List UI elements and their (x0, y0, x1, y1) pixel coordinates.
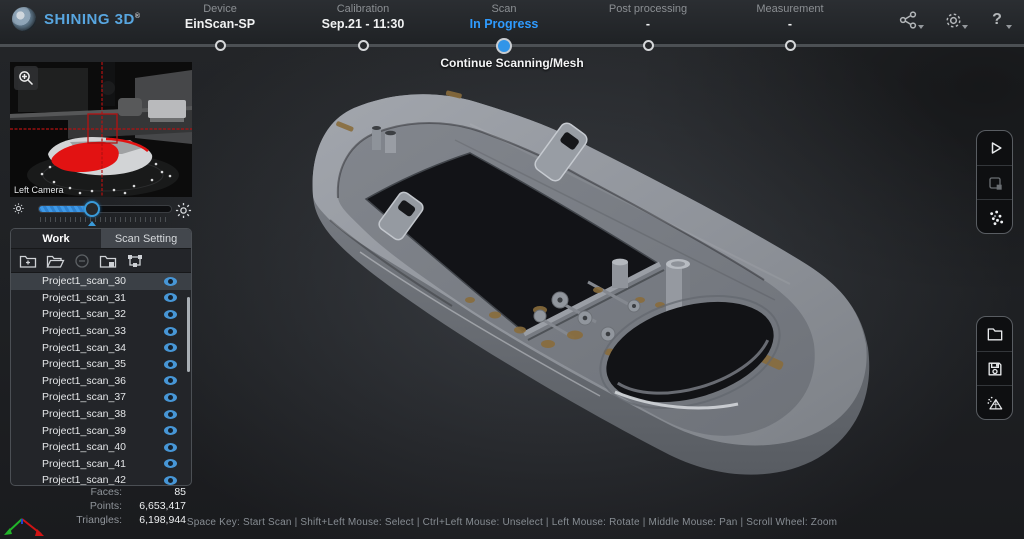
open-folder-icon[interactable] (977, 317, 1012, 351)
save-icon[interactable] (977, 351, 1012, 385)
scrollbar-thumb[interactable] (187, 297, 190, 372)
visibility-eye-icon[interactable] (164, 326, 177, 336)
help-icon[interactable]: ? (984, 9, 1012, 31)
visibility-eye-icon[interactable] (164, 309, 177, 319)
work-panel: Work Scan Setting Project1_scan_30 Proje… (10, 228, 192, 486)
visibility-eye-icon[interactable] (164, 392, 177, 402)
visibility-eye-icon[interactable] (164, 343, 177, 353)
project-toolbar (11, 249, 191, 273)
scan-list-item[interactable]: Project1_scan_40 (11, 439, 191, 456)
scan-actions-group (976, 130, 1013, 234)
brightness-track[interactable] (38, 201, 172, 217)
new-project-icon[interactable] (19, 253, 37, 269)
scan-list-item[interactable]: Project1_scan_39 (11, 422, 191, 439)
visibility-eye-icon[interactable] (164, 409, 177, 419)
step-measurement[interactable]: Measurement - (715, 3, 865, 32)
point-cloud-icon[interactable] (977, 199, 1012, 233)
open-project-icon[interactable] (46, 253, 65, 269)
tab-scan-setting[interactable]: Scan Setting (101, 229, 191, 248)
scan-list-item[interactable]: Project1_scan_34 (11, 339, 191, 356)
scan-name: Project1_scan_42 (41, 474, 127, 485)
points-value: 6,653,417 (139, 500, 186, 512)
chevron-down-icon (1006, 25, 1012, 29)
scan-name: Project1_scan_31 (41, 291, 127, 304)
share-icon[interactable] (896, 9, 924, 31)
shining3d-logo-icon (12, 7, 36, 31)
scan-name: Project1_scan_30 (41, 275, 127, 288)
sun-bright-icon (175, 202, 192, 224)
visibility-eye-icon[interactable] (164, 475, 177, 485)
top-bar: SHINING 3D® Device EinScan-SP Calibratio… (0, 0, 1024, 44)
progress-dot-post-processing (642, 40, 654, 51)
select-region-icon[interactable] (977, 165, 1012, 199)
scan-list-item[interactable]: Project1_scan_30 (11, 273, 191, 290)
scan-name: Project1_scan_32 (41, 308, 127, 321)
step-post-processing[interactable]: Post processing - (573, 3, 723, 32)
points-label: Points: (89, 500, 122, 512)
brightness-marker (88, 221, 96, 226)
step-calibration[interactable]: Calibration Sep.21 - 11:30 (288, 3, 438, 32)
scan-name: Project1_scan_40 (41, 441, 127, 454)
triangles-label: Triangles: (76, 514, 122, 526)
progress-dot-scan-active (496, 38, 512, 54)
brightness-ticks (40, 217, 170, 222)
settings-gear-icon[interactable] (940, 9, 968, 31)
scan-name: Project1_scan_37 (41, 391, 127, 404)
visibility-eye-icon[interactable] (164, 293, 177, 303)
align-icon[interactable] (126, 253, 144, 269)
step-scan[interactable]: Scan In Progress (429, 3, 579, 32)
scan-name: Project1_scan_35 (41, 358, 127, 371)
scan-list-item[interactable]: Project1_scan_33 (11, 323, 191, 340)
faces-label: Faces: (90, 486, 122, 498)
brightness-slider (10, 199, 192, 226)
scan-name: Project1_scan_34 (41, 341, 127, 354)
scan-name: Project1_scan_41 (41, 457, 127, 470)
brand: SHINING 3D® (12, 7, 141, 31)
scan-name: Project1_scan_39 (41, 424, 127, 437)
registered-mark: ® (134, 12, 141, 20)
einscan-app: Space Key: Start Scan | Shift+Left Mouse… (0, 0, 1024, 539)
scan-list-item[interactable]: Project1_scan_36 (11, 373, 191, 390)
file-actions-group (976, 316, 1013, 420)
progress-dot-calibration (357, 40, 369, 51)
mesh-icon[interactable] (977, 385, 1012, 419)
progress-dot-device (214, 40, 226, 51)
mesh-stats: Faces: 85 Points: 6,653,417 Triangles: 6,19… (10, 485, 192, 527)
faces-value: 85 (174, 486, 186, 498)
scan-list-item[interactable]: Project1_scan_32 (11, 306, 191, 323)
camera-name-label: Left Camera (14, 185, 64, 195)
camera-preview: Left Camera (10, 62, 192, 197)
chevron-down-icon (962, 25, 968, 29)
brand-name: SHINING 3D (44, 10, 135, 28)
progress-dot-measurement (784, 40, 796, 51)
scan-list-item[interactable]: Project1_scan_42 (11, 472, 191, 485)
chevron-down-icon (918, 25, 924, 29)
visibility-eye-icon[interactable] (164, 442, 177, 452)
scan-stage-subtitle: Continue Scanning/Mesh (440, 56, 584, 70)
scan-list-item[interactable]: Project1_scan_38 (11, 406, 191, 423)
remove-scan-icon[interactable] (74, 253, 90, 269)
scan-list-item[interactable]: Project1_scan_35 (11, 356, 191, 373)
tab-work[interactable]: Work (11, 229, 101, 248)
visibility-eye-icon[interactable] (164, 359, 177, 369)
brightness-thumb[interactable] (83, 201, 100, 217)
scan-list: Project1_scan_30 Project1_scan_31 Projec… (11, 273, 191, 485)
visibility-eye-icon[interactable] (164, 376, 177, 386)
step-device[interactable]: Device EinScan-SP (145, 3, 295, 32)
progress-line (0, 44, 1024, 47)
visibility-eye-icon[interactable] (164, 459, 177, 469)
visibility-eye-icon[interactable] (164, 426, 177, 436)
scan-list-item[interactable]: Project1_scan_37 (11, 389, 191, 406)
visibility-eye-icon[interactable] (164, 276, 177, 286)
scan-list-item[interactable]: Project1_scan_31 (11, 290, 191, 307)
save-project-icon[interactable] (99, 253, 117, 269)
sun-dim-icon (12, 202, 25, 220)
start-scan-play-icon[interactable] (977, 131, 1012, 165)
scan-name: Project1_scan_33 (41, 325, 127, 338)
scan-name: Project1_scan_36 (41, 374, 127, 387)
scan-list-item[interactable]: Project1_scan_41 (11, 456, 191, 473)
triangles-value: 6,198,944 (139, 514, 186, 526)
scan-name: Project1_scan_38 (41, 408, 127, 421)
